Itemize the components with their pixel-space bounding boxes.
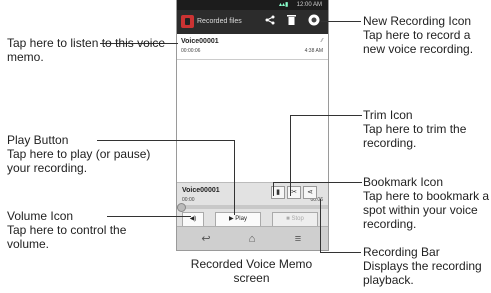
bookmark-callout-desc: Tap here to bookmark a spot within your … [363,189,490,231]
status-time: 12:00 AM [296,2,322,8]
back-icon[interactable]: ↩ [191,227,221,250]
volume-callout: Volume Icon Tap here to control the volu… [7,209,157,251]
recording-bar-handle[interactable] [177,203,186,212]
trash-icon-svg [286,15,296,25]
trim-callout-desc: Tap here to trim the recording. [363,122,467,150]
trim-leader-line-v [290,115,291,196]
player-panel: Voice00001 00:00 00:06 ▮ ✂ ⋖ ◀) ▶ Play ■… [177,182,328,227]
navigation-bar: ↩ ⌂ ≡ [177,226,328,250]
new-recording-icon[interactable] [306,14,322,30]
recording-bar-callout-title: Recording Bar [363,245,440,259]
share-small-icon[interactable]: ⋖ [303,186,317,199]
delete-icon[interactable] [283,14,299,30]
play-button[interactable]: ▶ Play [215,212,261,227]
play-callout: Play Button Tap here to play (or pause) … [7,133,162,175]
recording-bar-callout-desc: Displays the recording playback. [363,259,482,287]
stop-button[interactable]: ■ Stop [272,212,318,227]
recording-list-item[interactable]: Voice00001 00:00:06 ⁄⁄ 4:38 AM [177,34,328,60]
trim-leader-line-h [290,115,362,116]
volume-callout-desc: Tap here to control the volume. [7,223,127,251]
figure-caption: Recorded Voice Memo screen [190,257,313,285]
bookmark-leader-line-h [273,182,362,183]
bar-leader-line-v [320,199,321,252]
play-leader-line-v [234,140,235,215]
share-icon[interactable] [262,14,278,30]
recordings-list: Voice00001 00:00:06 ⁄⁄ 4:38 AM [177,34,328,182]
status-bar: ▴▴▮ 12:00 AM [177,0,328,10]
volume-button[interactable]: ◀) [182,212,204,227]
recording-duration: 00:00:06 [181,48,201,54]
signal-icon: ▴▴▮ [279,2,289,8]
play-callout-desc: Tap here to play (or pause) your recordi… [7,147,151,175]
recording-tag-icon: ⁄⁄ [321,38,323,44]
recording-bar-callout: Recording Bar Displays the recording pla… [363,245,491,287]
screen-title: Recorded files [197,18,242,25]
listen-callout: Tap here to listen to this voice memo. [7,36,167,64]
bookmark-leader-line-v [273,182,274,196]
voice-recorder-app-icon [181,15,194,28]
recording-name: Voice00001 [181,38,219,45]
volume-callout-title: Volume Icon [7,209,74,223]
listen-callout-desc: Tap here to listen to this voice memo. [7,36,166,64]
record-icon-svg [308,14,320,26]
trim-callout-title: Trim Icon [363,108,413,122]
recording-time: 4:38 AM [304,48,323,54]
player-recording-name: Voice00001 [182,187,220,194]
bookmark-callout-title: Bookmark Icon [363,175,444,189]
home-icon[interactable]: ⌂ [237,227,267,250]
phone-screen: ▴▴▮ 12:00 AM Recorded files Voice00001 0… [176,0,329,251]
player-elapsed: 00:00 [182,197,195,203]
menu-icon[interactable]: ≡ [283,227,313,250]
new-recording-callout-desc: Tap here to record a new voice recording… [363,28,474,56]
play-callout-title: Play Button [7,133,69,147]
trim-callout: Trim Icon Tap here to trim the recording… [363,108,491,150]
new-recording-leader-line [321,21,361,22]
share-icon-svg [265,15,275,25]
new-recording-callout: New Recording Icon Tap here to record a … [363,14,491,56]
bookmark-callout: Bookmark Icon Tap here to bookmark a spo… [363,175,491,231]
app-title-bar: Recorded files [177,10,328,34]
recording-bar[interactable] [177,205,328,209]
bar-leader-line-h [320,252,361,253]
new-recording-callout-title: New Recording Icon [363,14,472,28]
